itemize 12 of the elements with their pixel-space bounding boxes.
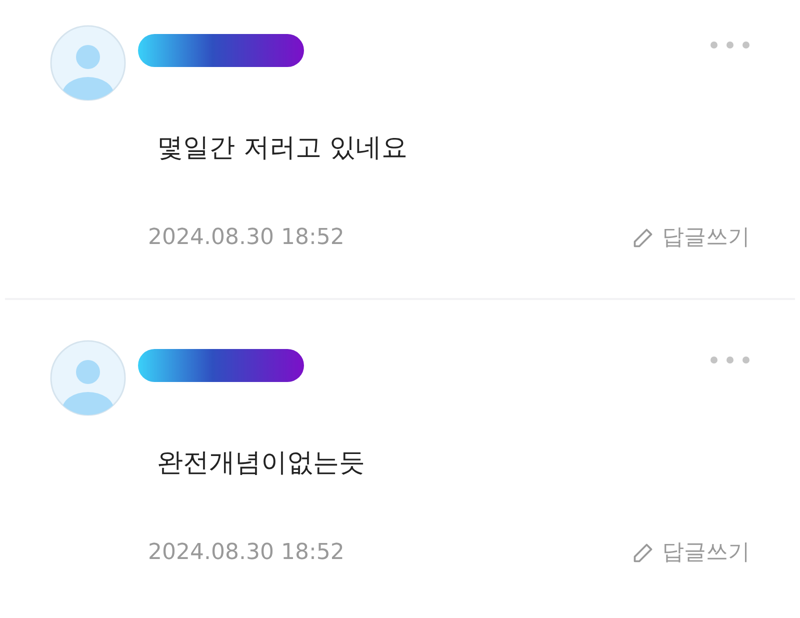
- comment-text: 몇일간 저러고 있네요: [157, 133, 409, 163]
- reply-button[interactable]: 답글쓰기: [632, 539, 750, 567]
- comment-date: 2024.08.30 18:52: [148, 539, 344, 567]
- avatar-icon: [50, 25, 126, 101]
- comment-date: 2024.08.30 18:52: [148, 224, 344, 252]
- pencil-icon: [632, 542, 654, 564]
- comment-text: 완전개념이없는듯: [157, 448, 366, 478]
- avatar-icon: [50, 340, 126, 416]
- reply-button[interactable]: 답글쓰기: [632, 224, 750, 252]
- more-icon[interactable]: [710, 41, 750, 49]
- pencil-icon: [632, 227, 654, 249]
- more-icon[interactable]: [710, 356, 750, 364]
